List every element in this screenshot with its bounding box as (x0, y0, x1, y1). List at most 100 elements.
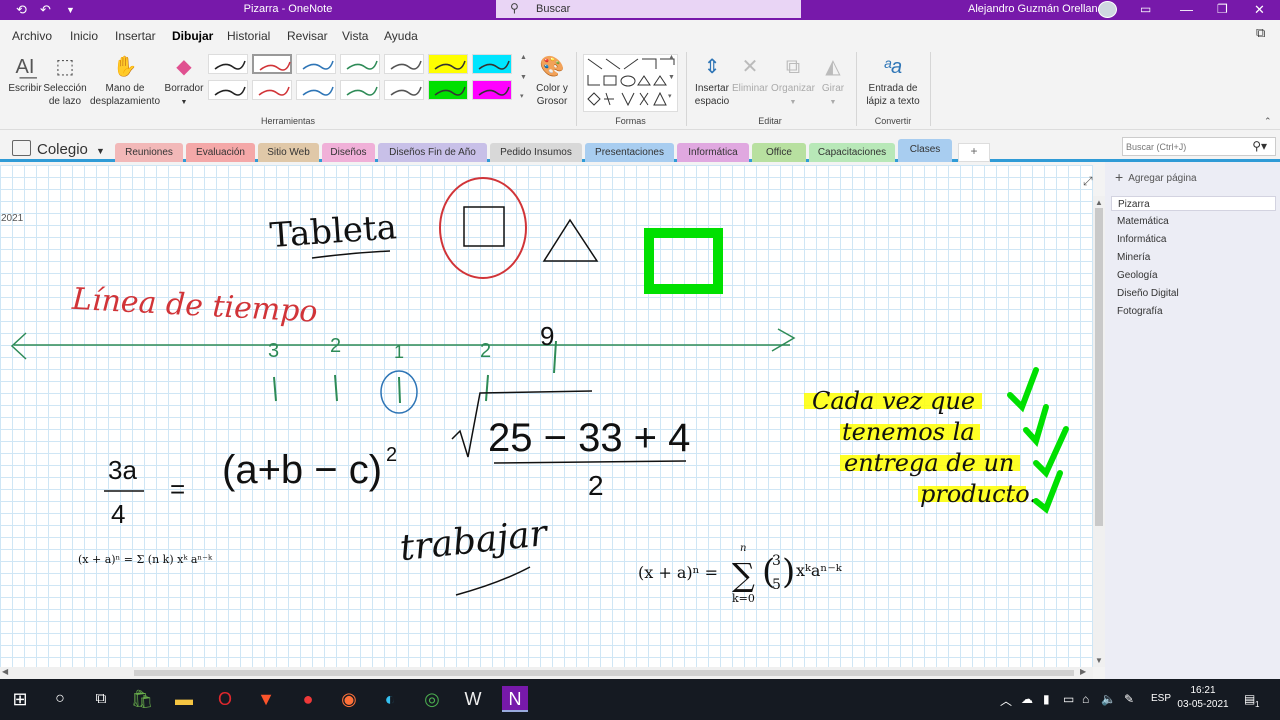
ink-exponent[interactable]: 2 (386, 444, 397, 466)
ink-checkmark[interactable] (1023, 404, 1049, 447)
pen-swatch[interactable] (252, 80, 292, 100)
rotate-button[interactable]: ◭ Girar ▼ (816, 54, 850, 109)
page-item[interactable]: Matemática (1111, 214, 1276, 229)
shapes-gallery[interactable] (583, 54, 678, 112)
network-icon[interactable]: ⌂ (1082, 692, 1089, 706)
pen-swatch[interactable] (472, 80, 512, 100)
add-page-button[interactable]: + Agregar página (1115, 169, 1197, 185)
formula-large-lhs[interactable]: (x + a)ⁿ = (638, 563, 718, 582)
notebook-selector[interactable]: Colegio ▼ (12, 140, 105, 158)
gallery-more-icon[interactable]: ▾ (520, 92, 524, 100)
ink-arrow-left[interactable] (10, 332, 27, 360)
menu-ayuda[interactable]: Ayuda (384, 29, 418, 43)
avatar[interactable] (1098, 1, 1117, 18)
pen-swatch[interactable] (428, 54, 468, 74)
maximize-icon[interactable]: ❐ (1217, 2, 1228, 16)
page-item[interactable]: Fotografía (1111, 304, 1276, 319)
brave-icon[interactable]: ▼ (253, 686, 279, 712)
ink-parentheses[interactable]: (a+b − c) (222, 448, 382, 492)
section-tab[interactable]: Pedido Insumos (490, 143, 582, 162)
language-indicator[interactable]: ESP (1151, 693, 1171, 704)
arrange-button[interactable]: ⧉ Organizar ▼ (770, 54, 816, 109)
ink-note-line[interactable]: entrega de un (844, 449, 1014, 477)
ink-to-text-button[interactable]: ᵃa Entrada de lápiz a texto (860, 54, 926, 108)
gallery-up-icon[interactable]: ▲ (520, 54, 527, 61)
ink-sqrt-bar[interactable] (493, 460, 687, 464)
ink-equals[interactable]: = (170, 474, 185, 504)
ink-sqrt-den[interactable]: 2 (588, 470, 604, 501)
pen-swatch[interactable] (208, 54, 248, 74)
ink-fraction-den[interactable]: 4 (111, 499, 125, 529)
page-item[interactable]: Informática (1111, 232, 1276, 247)
lasso-select-button[interactable]: ⬚ Selección de lazo (42, 54, 88, 108)
ink-tick[interactable] (398, 376, 401, 404)
title-search-box[interactable]: ⚲ Buscar (496, 0, 801, 18)
ink-timeline-num[interactable]: 2 (330, 335, 341, 357)
ink-timeline-num[interactable]: 2 (480, 340, 491, 362)
section-tab[interactable]: Evaluación (186, 143, 255, 162)
ink-trabajar[interactable]: trabajar (398, 513, 551, 569)
ink-timeline-num[interactable]: 9 (540, 321, 554, 351)
firefox-icon[interactable]: ◉ (336, 686, 362, 712)
ink-checkmark[interactable] (1007, 367, 1039, 413)
ink-sqrt-body[interactable]: 25 − 33 + 4 (488, 416, 690, 460)
ink-timeline-num[interactable]: 1 (394, 342, 404, 362)
menu-dibujar[interactable]: Dibujar (172, 29, 214, 48)
scroll-thumb[interactable] (134, 670, 1074, 676)
scroll-down-icon[interactable]: ▼ (1095, 656, 1103, 665)
vertical-scrollbar[interactable]: ▲ ▼ (1093, 196, 1105, 667)
volume-icon[interactable]: 🔈 (1101, 692, 1116, 706)
section-tab[interactable]: Sitio Web (258, 143, 319, 162)
ink-arrow-right[interactable] (771, 328, 796, 352)
delete-button[interactable]: ✕ Eliminar (730, 54, 770, 95)
minimize-icon[interactable]: — (1180, 2, 1193, 17)
formula-sum-top[interactable]: n (740, 543, 746, 554)
section-tab[interactable]: Capacitaciones (809, 143, 895, 162)
ink-underline[interactable] (455, 566, 531, 596)
insert-space-button[interactable]: ⇕ Insertar espacio (690, 54, 734, 108)
pen-swatch[interactable] (340, 80, 380, 100)
ink-timeline-num[interactable]: 3 (268, 340, 279, 362)
pen-swatch[interactable] (252, 54, 292, 74)
page-item[interactable]: Minería (1111, 250, 1276, 265)
shapes-more-icon[interactable]: ▾ (668, 92, 672, 100)
scroll-left-icon[interactable]: ◀ (2, 667, 8, 676)
add-section-button[interactable]: + (958, 143, 990, 162)
shapes-up-icon[interactable]: ▲ (668, 54, 675, 61)
pen-swatch[interactable] (428, 80, 468, 100)
menu-insertar[interactable]: Insertar (115, 29, 156, 43)
clock[interactable]: 16:21 03-05-2021 (1176, 684, 1230, 712)
vivaldi-icon[interactable]: ● (295, 686, 321, 712)
section-tab[interactable]: Presentaciones (585, 143, 674, 162)
user-name[interactable]: Alejandro Guzmán Orellana (968, 3, 1104, 15)
formula-sum-bottom[interactable]: k=0 (732, 592, 755, 605)
ink-note-line[interactable]: tenemos la (842, 418, 975, 446)
page-canvas[interactable]: 2021 Tableta Línea de tiempo 3 2 1 2 9 3… (0, 165, 1093, 667)
ink-tableta[interactable]: Tableta (269, 207, 398, 256)
scroll-right-icon[interactable]: ▶ (1080, 667, 1086, 676)
pan-button[interactable]: ✋ Mano de desplazamiento (86, 54, 164, 108)
onedrive-icon[interactable]: ☁ (1021, 692, 1033, 706)
formula-binom-top[interactable]: 3 (772, 553, 781, 569)
store-icon[interactable]: 🛍 (129, 686, 155, 712)
search-input[interactable]: Buscar (Ctrl+J) ⚲▾ (1122, 137, 1276, 156)
task-view-icon[interactable]: ⧉ (88, 686, 114, 712)
section-tab[interactable]: Diseños Fin de Año (378, 143, 487, 162)
opera-icon[interactable]: O (212, 686, 238, 712)
pen-swatch[interactable] (472, 54, 512, 74)
ink-red-circle[interactable] (439, 177, 527, 279)
section-tab[interactable]: Reuniones (115, 143, 183, 162)
scroll-thumb[interactable] (1095, 208, 1103, 526)
ink-tick[interactable] (485, 374, 489, 402)
pen-icon[interactable]: ✎ (1124, 692, 1134, 706)
formula-binom-bottom[interactable]: 5 (772, 577, 781, 593)
pen-swatch[interactable] (296, 54, 336, 74)
ink-green-rectangle[interactable] (644, 228, 723, 294)
ink-note-line[interactable]: Cada vez que (812, 387, 975, 415)
section-tab[interactable]: Diseños (322, 143, 375, 162)
ink-linea-de-tiempo[interactable]: Línea de tiempo (70, 282, 318, 330)
ribbon-display-icon[interactable]: ▭ (1140, 2, 1151, 16)
file-explorer-icon[interactable]: ▬ (171, 686, 197, 712)
show-hidden-icons-icon[interactable]: ︿ (1000, 692, 1012, 709)
section-tab[interactable]: Office (752, 143, 806, 162)
